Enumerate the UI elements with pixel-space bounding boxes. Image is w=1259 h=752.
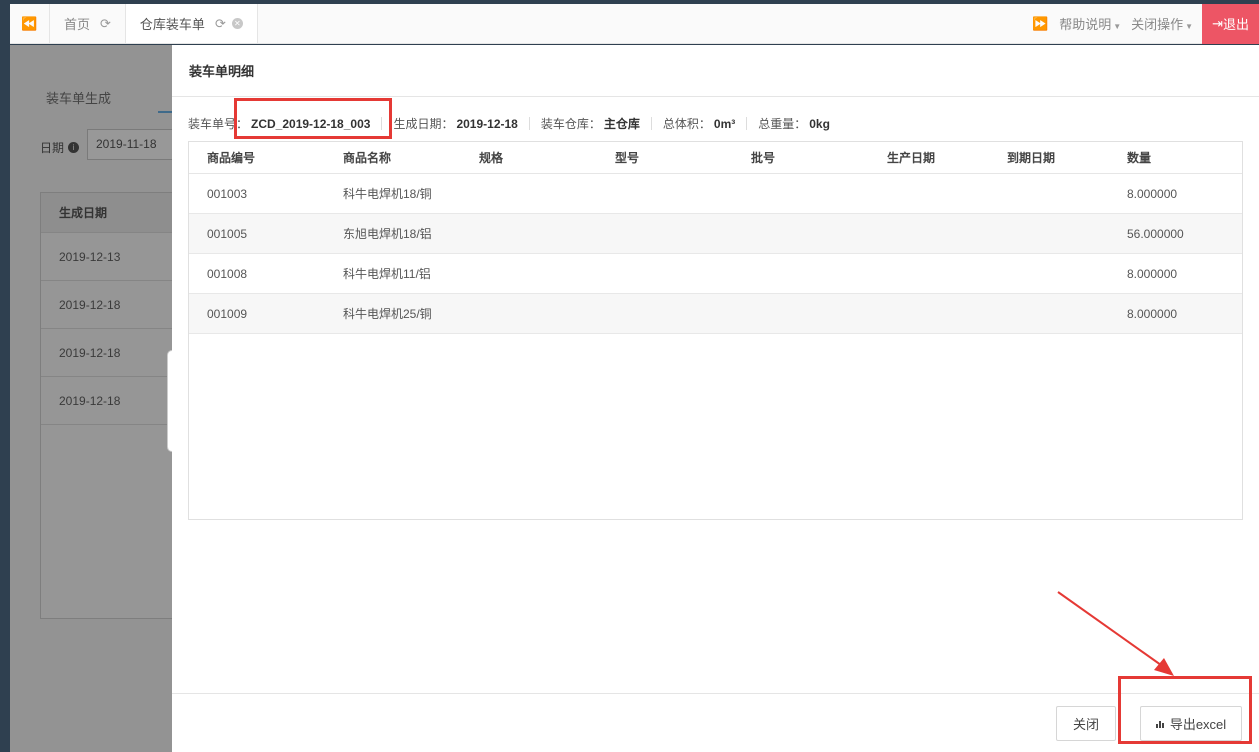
close-tab-icon[interactable]: ✕ [231, 18, 243, 29]
chevron-down-icon: ▼ [1185, 22, 1194, 31]
total-weight-label: 总重量： [758, 117, 807, 131]
total-volume: 总体积： 0m³ [663, 115, 735, 132]
total-volume-value: 0m³ [713, 116, 736, 131]
logout-label: 退出 [1222, 17, 1249, 32]
bg-tab-indicator [158, 111, 172, 113]
table-row[interactable]: 001005 东旭电焊机18/铝 56.000000 [189, 214, 1242, 254]
close-button[interactable]: 关闭 [1056, 706, 1116, 741]
chevron-down-icon: ▼ [1113, 22, 1122, 31]
cell-name: 东旭电焊机18/铝 [343, 227, 432, 241]
table-row: 2019-12-18 [41, 377, 179, 425]
modal-footer: 关闭 导出excel [172, 693, 1259, 752]
col-exp-date[interactable]: 到期日期 [989, 149, 1109, 166]
bg-date-label-text: 日期 [40, 141, 65, 155]
bg-table-header: 生成日期 [41, 193, 179, 233]
topbar-right: ⏩ 帮助说明 ▼ 关闭操作 ▼ ⇥ 退出 [1026, 3, 1259, 44]
table-row: 2019-12-13 [41, 233, 179, 281]
tab-scroll-right-icon[interactable]: ⏩ [1026, 16, 1054, 32]
annotation-arrow [1057, 591, 1174, 676]
help-menu-label: 帮助说明 [1059, 17, 1112, 32]
top-tab-bar: ⏪ 首页 ⟳ 仓库装车单 ⟳ ✕ ⏩ 帮助说明 ▼ 关闭操作 ▼ ⇥ 退出 [10, 3, 1259, 44]
tab-home-label: 首页 [64, 17, 91, 32]
cell-name: 科牛电焊机25/铜 [343, 307, 432, 321]
col-batch[interactable]: 批号 [733, 149, 869, 166]
divider [528, 117, 530, 130]
cell-qty: 8.000000 [1127, 186, 1178, 201]
table-row: 2019-12-18 [41, 329, 179, 377]
cell-name: 科牛电焊机18/铜 [343, 187, 432, 201]
logout-button[interactable]: ⇥ 退出 [1202, 3, 1259, 44]
logout-icon: ⇥ [1212, 15, 1223, 31]
close-ops-menu-label: 关闭操作 [1131, 17, 1184, 32]
gen-date: 生成日期： 2019-12-18 [393, 115, 517, 132]
table-row[interactable]: 001008 科牛电焊机11/铝 8.000000 [189, 254, 1242, 294]
col-name[interactable]: 商品名称 [325, 149, 461, 166]
refresh-icon[interactable]: ⟳ [215, 16, 226, 32]
table-row[interactable]: 001009 科牛电焊机25/铜 8.000000 [189, 294, 1242, 334]
cell-qty: 56.000000 [1127, 226, 1184, 241]
help-menu[interactable]: 帮助说明 ▼ [1054, 14, 1126, 33]
bg-table: 生成日期 2019-12-13 2019-12-18 2019-12-18 20… [40, 192, 180, 619]
col-qty[interactable]: 数量 [1109, 149, 1244, 166]
annotation-box-order-no [234, 98, 392, 139]
cell-code: 001009 [207, 306, 248, 321]
bg-tab-loading-generate: 装车单生成 [46, 91, 112, 106]
gen-date-value: 2019-12-18 [456, 116, 518, 131]
warehouse-label: 装车仓库： [540, 117, 601, 131]
cell-code: 001003 [207, 186, 248, 201]
col-spec[interactable]: 规格 [461, 149, 597, 166]
close-ops-menu[interactable]: 关闭操作 ▼ [1126, 14, 1198, 33]
tab-warehouse-loading[interactable]: 仓库装车单 ⟳ ✕ [125, 4, 258, 43]
total-weight: 总重量： 0kg [758, 115, 830, 132]
cell-code: 001005 [207, 226, 248, 241]
modal-title: 装车单明细 [172, 45, 1259, 97]
warehouse: 装车仓库： 主仓库 [541, 115, 640, 132]
col-model[interactable]: 型号 [597, 149, 733, 166]
cell-qty: 8.000000 [1127, 266, 1178, 281]
tab-warehouse-loading-label: 仓库装车单 [139, 17, 205, 32]
divider [650, 117, 652, 130]
table-row[interactable]: 001003 科牛电焊机18/铜 8.000000 [189, 174, 1242, 214]
cell-qty: 8.000000 [1127, 306, 1178, 321]
info-icon: i [68, 142, 80, 153]
total-volume-label: 总体积： [662, 117, 711, 131]
warehouse-value: 主仓库 [603, 117, 640, 131]
bg-date-label: 日期 i [40, 139, 80, 156]
refresh-icon[interactable]: ⟳ [100, 16, 111, 32]
total-weight-value: 0kg [809, 116, 830, 131]
tab-home[interactable]: 首页 ⟳ [50, 4, 126, 43]
tab-scroll-left-icon[interactable]: ⏪ [10, 4, 50, 43]
col-mfg-date[interactable]: 生产日期 [869, 149, 989, 166]
cell-code: 001008 [207, 266, 248, 281]
col-code[interactable]: 商品编号 [189, 149, 325, 166]
cell-name: 科牛电焊机11/铝 [343, 267, 431, 281]
divider [746, 117, 748, 130]
table-row: 2019-12-18 [41, 281, 179, 329]
table-header: 商品编号 商品名称 规格 型号 批号 生产日期 到期日期 数量 [189, 142, 1242, 174]
bg-date-input: 2019-11-18 [87, 129, 177, 160]
gen-date-label: 生成日期： [393, 117, 454, 131]
detail-table: 商品编号 商品名称 规格 型号 批号 生产日期 到期日期 数量 001003 科… [188, 141, 1243, 520]
